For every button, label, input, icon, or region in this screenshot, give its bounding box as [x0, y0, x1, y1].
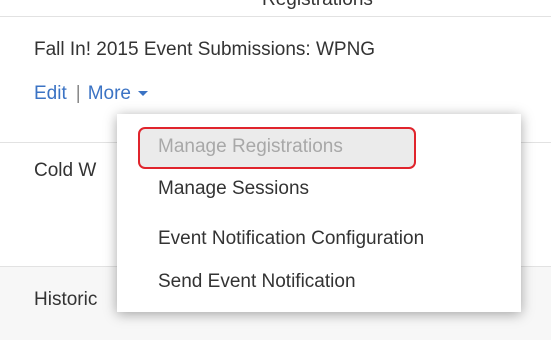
previous-row-cutoff: Registrations — [0, 0, 551, 16]
event-list-page: Registrations Fall In! 2015 Event Submis… — [0, 0, 551, 340]
menu-item-manage-sessions[interactable]: Manage Sessions — [158, 178, 309, 200]
event-title: Fall In! 2015 Event Submissions: WPNG — [34, 39, 376, 60]
edit-link[interactable]: Edit — [34, 83, 67, 104]
more-dropdown-toggle[interactable]: More — [88, 83, 148, 104]
caret-down-icon — [137, 91, 148, 97]
event-title: Historic — [34, 289, 98, 310]
more-label: More — [87, 83, 131, 104]
cutoff-heading-text: Registrations — [262, 0, 373, 11]
event-title: Cold W — [34, 160, 97, 181]
menu-item-send-event-notification[interactable]: Send Event Notification — [158, 271, 356, 293]
more-dropdown-menu: Manage Registrations Manage Sessions Eve… — [117, 114, 521, 312]
menu-item-manage-registrations[interactable]: Manage Registrations — [138, 127, 416, 169]
action-separator: | — [75, 83, 81, 104]
event-actions: Edit | More — [34, 83, 148, 105]
menu-item-event-notification-configuration[interactable]: Event Notification Configuration — [158, 228, 424, 250]
